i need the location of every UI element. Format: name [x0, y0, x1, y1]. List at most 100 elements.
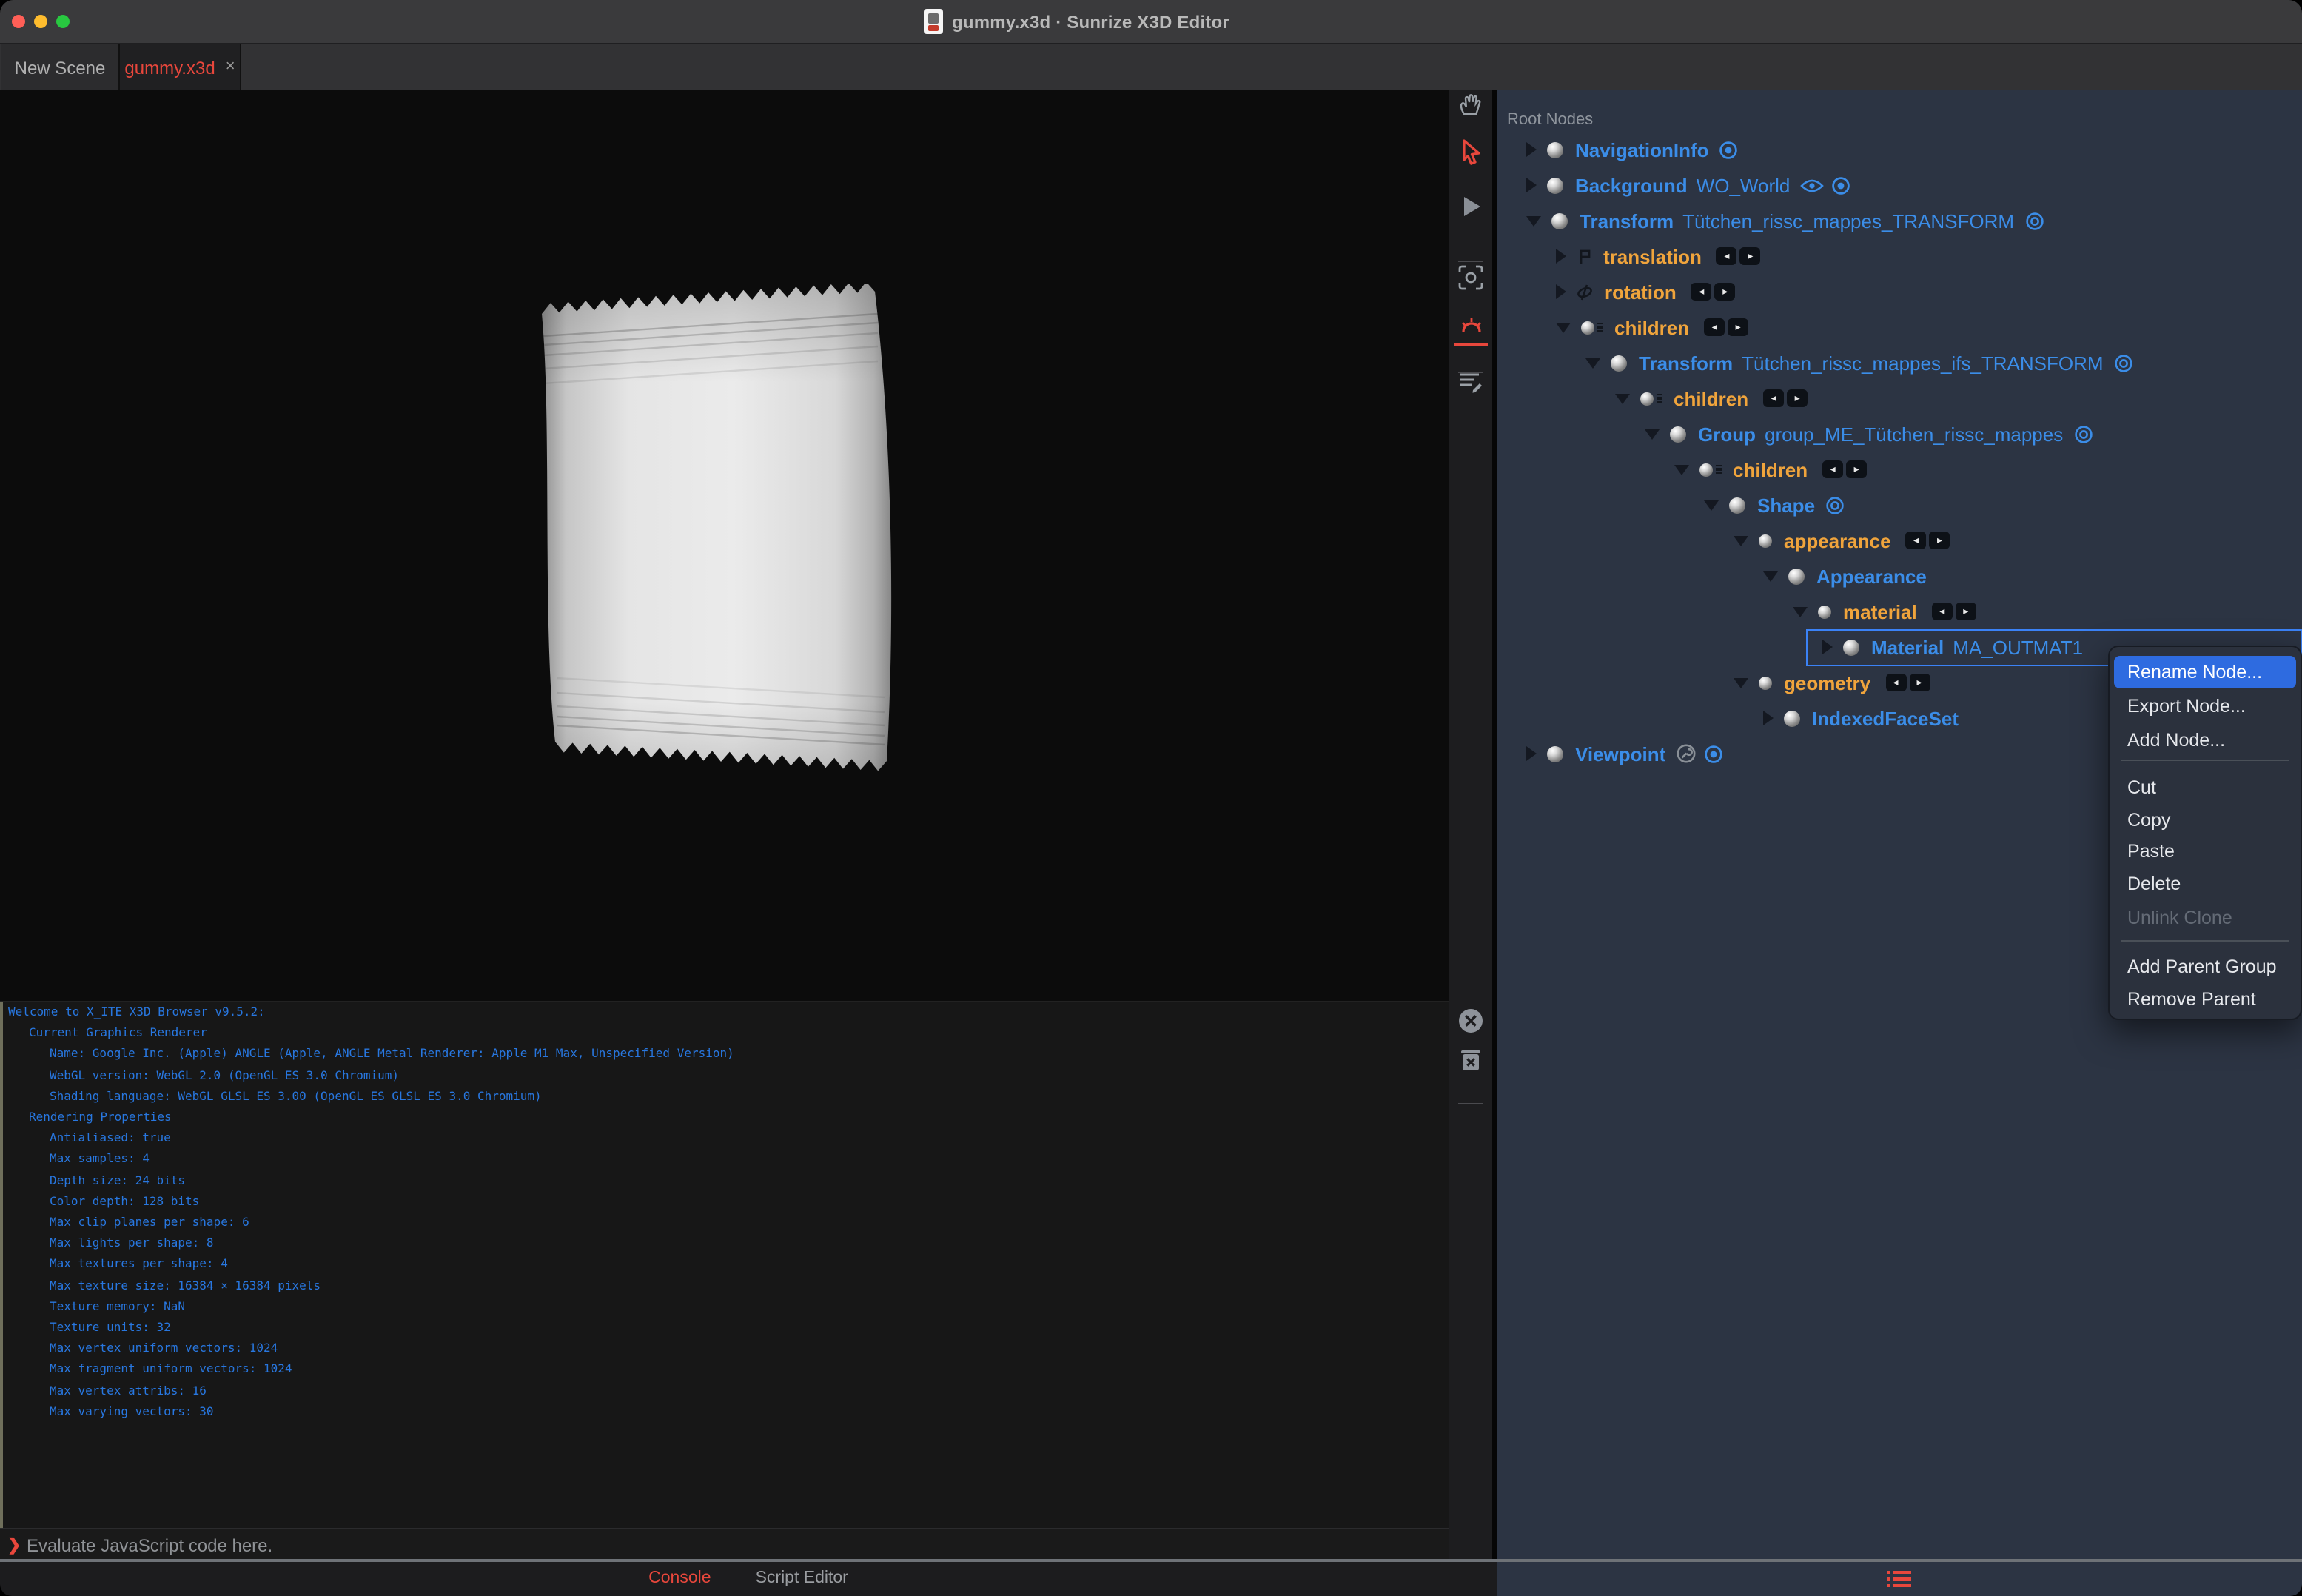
- console-input-placeholder[interactable]: Evaluate JavaScript code here.: [27, 1535, 272, 1556]
- route-in-icon[interactable]: ◂: [1905, 532, 1927, 549]
- menu-item-add-node[interactable]: Add Node...: [2114, 723, 2296, 756]
- hand-pan-button[interactable]: [1449, 86, 1492, 121]
- collapse-arrow-icon[interactable]: [1674, 464, 1689, 475]
- close-tab-icon[interactable]: ×: [226, 58, 235, 76]
- visibility-icon[interactable]: [2114, 353, 2133, 372]
- tree-row[interactable]: Background WO_World: [1497, 167, 2302, 203]
- collapse-arrow-icon[interactable]: [1645, 429, 1660, 439]
- minimize-window-button[interactable]: [34, 15, 47, 28]
- tool-icon[interactable]: [1676, 743, 1697, 764]
- expand-arrow-icon[interactable]: [1526, 746, 1537, 761]
- outline-header: Root Nodes: [1507, 111, 1594, 129]
- script-edit-button[interactable]: [1449, 364, 1492, 400]
- play-button[interactable]: [1449, 188, 1492, 224]
- tree-row[interactable]: translation ◂ ▸: [1497, 238, 2302, 274]
- expand-arrow-icon[interactable]: [1822, 640, 1833, 654]
- outline-list-icon[interactable]: [1887, 1570, 1912, 1587]
- tree-row[interactable]: Group group_ME_Tütchen_rissc_mappes: [1497, 416, 2302, 452]
- bound-icon[interactable]: [1831, 175, 1850, 195]
- tree-row[interactable]: children ◂ ▸: [1497, 452, 2302, 487]
- close-window-button[interactable]: [12, 15, 25, 28]
- tree-row[interactable]: material ◂ ▸: [1497, 594, 2302, 629]
- route-in-icon[interactable]: ◂: [1716, 247, 1737, 265]
- menu-item-rename-node[interactable]: Rename Node...: [2114, 655, 2296, 688]
- console-scrollbar[interactable]: [0, 1002, 3, 1529]
- node-def-label: WO_World: [1696, 174, 1791, 196]
- menu-item-export-node[interactable]: Export Node...: [2114, 690, 2296, 722]
- trash-button[interactable]: [1449, 1042, 1492, 1078]
- collapse-arrow-icon[interactable]: [1526, 215, 1541, 226]
- expand-arrow-icon[interactable]: [1556, 284, 1566, 299]
- trash-icon: [1460, 1048, 1482, 1072]
- visibility-icon[interactable]: [2024, 211, 2044, 230]
- menu-item-add-parent-group[interactable]: Add Parent Group: [2114, 950, 2296, 982]
- visibility-icon[interactable]: [1825, 495, 1845, 514]
- route-in-icon[interactable]: ◂: [1822, 460, 1844, 478]
- collapse-arrow-icon[interactable]: [1793, 606, 1808, 617]
- tab-script-editor[interactable]: Script Editor: [756, 1570, 848, 1588]
- route-in-icon[interactable]: ◂: [1763, 389, 1785, 407]
- node-sphere-icon: [1547, 177, 1563, 193]
- console-input-row[interactable]: ❯ Evaluate JavaScript code here.: [0, 1528, 1449, 1560]
- tab-console[interactable]: Console: [648, 1570, 711, 1588]
- collapse-arrow-icon[interactable]: [1734, 677, 1748, 688]
- tree-row[interactable]: children ◂ ▸: [1497, 380, 2302, 416]
- route-out-icon[interactable]: ▸: [1955, 603, 1976, 620]
- expand-arrow-icon[interactable]: [1763, 711, 1774, 725]
- expand-arrow-icon[interactable]: [1556, 249, 1566, 264]
- route-out-icon[interactable]: ▸: [1728, 318, 1749, 336]
- tree-row[interactable]: children ◂ ▸: [1497, 309, 2302, 345]
- route-in-icon[interactable]: ◂: [1691, 283, 1712, 301]
- menu-item-copy[interactable]: Copy: [2114, 803, 2296, 836]
- node-def-label: group_ME_Tütchen_rissc_mappes: [1765, 423, 2064, 445]
- collapse-arrow-icon[interactable]: [1585, 358, 1600, 368]
- route-out-icon[interactable]: ▸: [1739, 247, 1761, 265]
- tree-row[interactable]: Transform Tütchen_rissc_mappes_TRANSFORM: [1497, 203, 2302, 238]
- tab-gummy-x3d[interactable]: gummy.x3d ×: [120, 44, 241, 90]
- node-status-icons: [1800, 175, 1850, 195]
- route-out-icon[interactable]: ▸: [1929, 532, 1950, 549]
- route-out-icon[interactable]: ▸: [1909, 674, 1930, 691]
- collapse-arrow-icon[interactable]: [1704, 500, 1719, 510]
- sfnode-icon: [1818, 605, 1831, 618]
- menu-item-cut[interactable]: Cut: [2114, 771, 2296, 804]
- menu-item-remove-parent[interactable]: Remove Parent: [2114, 982, 2296, 1015]
- route-out-icon[interactable]: ▸: [1787, 389, 1808, 407]
- route-out-icon[interactable]: ▸: [1714, 283, 1736, 301]
- console-output[interactable]: Welcome to X_ITE X3D Browser v9.5.2: Curr…: [0, 1001, 1449, 1529]
- select-arrow-button[interactable]: [1449, 135, 1492, 170]
- tab-new-scene[interactable]: New Scene: [1, 44, 120, 90]
- bound-icon[interactable]: [1719, 140, 1739, 159]
- menu-item-paste[interactable]: Paste: [2114, 835, 2296, 868]
- bound-icon[interactable]: [1704, 744, 1723, 763]
- collapse-arrow-icon[interactable]: [1763, 571, 1778, 581]
- tree-row[interactable]: rotation ◂ ▸: [1497, 274, 2302, 309]
- collapse-arrow-icon[interactable]: [1734, 535, 1748, 546]
- close-circle-button[interactable]: [1449, 1002, 1492, 1038]
- collapse-arrow-icon[interactable]: [1556, 322, 1571, 332]
- visibility-icon[interactable]: [2073, 424, 2093, 443]
- node-def-label: MA_OUTMAT1: [1953, 636, 2084, 658]
- rotation-icon: [1577, 284, 1593, 300]
- expand-arrow-icon[interactable]: [1526, 178, 1537, 192]
- pouch-render[interactable]: [539, 284, 897, 776]
- tree-row[interactable]: Shape: [1497, 487, 2302, 523]
- route-badges: ◂ ▸: [1704, 318, 1749, 336]
- tree-row[interactable]: NavigationInfo: [1497, 132, 2302, 167]
- route-in-icon[interactable]: ◂: [1931, 603, 1953, 620]
- tree-row[interactable]: Transform Tütchen_rissc_mappes_ifs_TRANSF…: [1497, 345, 2302, 380]
- expand-arrow-icon[interactable]: [1526, 142, 1537, 157]
- zoom-window-button[interactable]: [56, 15, 70, 28]
- viewfinder-button[interactable]: [1449, 259, 1492, 295]
- 3d-viewport[interactable]: [0, 90, 1449, 1001]
- route-out-icon[interactable]: ▸: [1846, 460, 1868, 478]
- route-in-icon[interactable]: ◂: [1704, 318, 1725, 336]
- tree-row[interactable]: appearance ◂ ▸: [1497, 523, 2302, 558]
- light-button[interactable]: [1449, 309, 1492, 345]
- tree-row[interactable]: Appearance: [1497, 558, 2302, 594]
- menu-item-delete[interactable]: Delete: [2114, 868, 2296, 900]
- route-in-icon[interactable]: ◂: [1885, 674, 1907, 691]
- node-status-icons: [2073, 424, 2093, 443]
- eye-icon[interactable]: [1800, 177, 1825, 193]
- collapse-arrow-icon[interactable]: [1615, 393, 1630, 403]
